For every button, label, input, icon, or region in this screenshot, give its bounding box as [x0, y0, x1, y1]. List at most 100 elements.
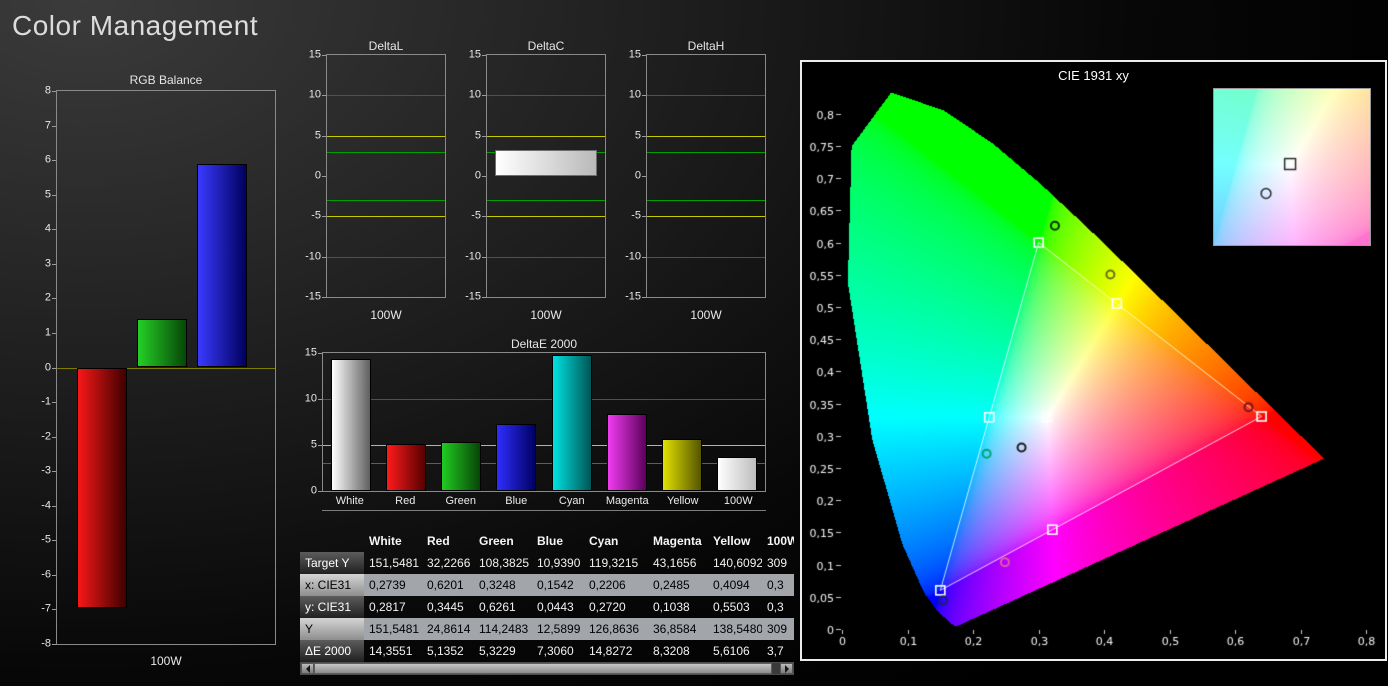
- y-tick-mark: [482, 55, 486, 56]
- y-tick-mark: [322, 55, 326, 56]
- table-cell: 8,3208: [648, 640, 708, 662]
- y-tick-mark: [642, 297, 646, 298]
- y-tick-mark: [52, 126, 56, 127]
- y-tick-label: 15: [629, 50, 641, 61]
- threshold-line: [327, 152, 445, 153]
- y-tick-label: 4: [45, 224, 51, 235]
- row-label: y: CIE31: [300, 596, 364, 618]
- threshold-line: [487, 95, 605, 96]
- y-tick-mark: [52, 298, 56, 299]
- y-tick-label: -5: [631, 211, 641, 222]
- table-cell: 14,8272: [584, 640, 648, 662]
- rgb-balance-x-label: 100W: [56, 654, 276, 668]
- y-tick-mark: [642, 176, 646, 177]
- table-cell: 0,3: [762, 596, 794, 618]
- y-tick-label: -10: [465, 251, 481, 262]
- mini-chart-plot: 151050-5-10-15: [646, 54, 766, 298]
- table-row: Y151,548124,8614114,248312,5899126,86363…: [300, 618, 794, 640]
- y-tick-mark: [482, 257, 486, 258]
- y-tick-label: -10: [625, 251, 641, 262]
- y-tick-label: -7: [41, 604, 51, 615]
- col-header-magenta: Magenta: [648, 527, 708, 552]
- table-cell: 0,6261: [474, 596, 532, 618]
- y-tick-label: 0: [635, 171, 641, 182]
- table-cell: 0,0443: [532, 596, 584, 618]
- y-tick-mark: [52, 540, 56, 541]
- scrollbar-right-button[interactable]: [780, 663, 793, 674]
- table-cell: 10,9390: [532, 552, 584, 574]
- mini-chart-x-label: 100W: [326, 308, 446, 322]
- y-tick-mark: [52, 229, 56, 230]
- y-tick-label: -15: [465, 292, 481, 303]
- table-cell: 108,3825: [474, 552, 532, 574]
- col-header-red: Red: [422, 527, 474, 552]
- deltae-bar-yellow: [662, 439, 702, 491]
- threshold-line: [487, 257, 605, 258]
- deltae-category-label: 100W: [711, 495, 767, 507]
- y-tick-mark: [52, 644, 56, 645]
- row-label: x: CIE31: [300, 574, 364, 596]
- right-arrow-icon: [785, 665, 793, 673]
- y-tick-mark: [642, 216, 646, 217]
- deltae-2000-chart: DeltaE 2000 151050 WhiteRedGreenBlueCyan…: [300, 336, 768, 514]
- deltae-category-label: Cyan: [544, 495, 600, 507]
- y-tick-label: -5: [311, 211, 321, 222]
- rgb-bar-red: [77, 368, 127, 608]
- y-tick-mark: [482, 216, 486, 217]
- y-tick-mark: [52, 333, 56, 334]
- table-h-scrollbar[interactable]: [300, 662, 794, 675]
- table-header: WhiteRedGreenBlueCyanMagentaYellow100W: [300, 527, 794, 552]
- table-cell: 151,5481: [364, 552, 422, 574]
- y-tick-label: 10: [309, 90, 321, 101]
- threshold-line: [327, 200, 445, 201]
- y-tick-mark: [52, 91, 56, 92]
- y-tick-mark: [322, 257, 326, 258]
- deltae-category-label: Magenta: [600, 495, 656, 507]
- col-header-green: Green: [474, 527, 532, 552]
- y-tick-label: 0: [315, 171, 321, 182]
- mini-chart-plot: 151050-5-10-15: [486, 54, 606, 298]
- table-cell: 32,2266: [422, 552, 474, 574]
- table-cell: 12,5899: [532, 618, 584, 640]
- col-header-white: White: [364, 527, 422, 552]
- mini-chart-title: DeltaL: [326, 39, 446, 53]
- rgb-bar-blue: [197, 164, 247, 368]
- table-cell: 0,3445: [422, 596, 474, 618]
- threshold-line: [487, 200, 605, 201]
- deltae-category-label: White: [322, 495, 378, 507]
- table-cell: 43,1656: [648, 552, 708, 574]
- y-tick-label: -1: [41, 397, 51, 408]
- mini-chart-title: DeltaC: [486, 39, 606, 53]
- col-header-cyan: Cyan: [584, 527, 648, 552]
- deltae-baseline: [322, 510, 766, 511]
- y-tick-mark: [52, 264, 56, 265]
- y-tick-label: 0: [45, 362, 51, 373]
- table-cell: 0,5503: [708, 596, 762, 618]
- table-cell: 5,1352: [422, 640, 474, 662]
- y-tick-label: 1: [45, 327, 51, 338]
- row-label: ΔE 2000: [300, 640, 364, 662]
- rgb-balance-plot: 876543210-1-2-3-4-5-6-7-8: [56, 90, 276, 645]
- y-tick-label: 5: [475, 130, 481, 141]
- col-header-yellow: Yellow: [708, 527, 762, 552]
- table-corner-cell: [300, 527, 364, 552]
- scrollbar-left-button[interactable]: [301, 663, 314, 674]
- row-label: Y: [300, 618, 364, 640]
- table-cell: 0,2206: [584, 574, 648, 596]
- y-tick-label: -8: [41, 639, 51, 650]
- deltae-category-label: Yellow: [655, 495, 711, 507]
- mini-chart-plot: 151050-5-10-15: [326, 54, 446, 298]
- y-tick-label: 5: [635, 130, 641, 141]
- y-tick-label: -5: [41, 535, 51, 546]
- scrollbar-thumb[interactable]: [314, 663, 772, 674]
- delta-chart-deltac: DeltaC151050-5-10-15 100W: [460, 38, 608, 328]
- table-cell: 126,8636: [584, 618, 648, 640]
- deltae-bar-magenta: [607, 414, 647, 491]
- mini-chart-x-label: 100W: [486, 308, 606, 322]
- y-tick-mark: [482, 297, 486, 298]
- table-cell: 114,2483: [474, 618, 532, 640]
- deltae-2000-plot: 151050: [322, 352, 766, 492]
- y-tick-mark: [52, 195, 56, 196]
- deltae-category-label: Blue: [489, 495, 545, 507]
- threshold-line: [647, 257, 765, 258]
